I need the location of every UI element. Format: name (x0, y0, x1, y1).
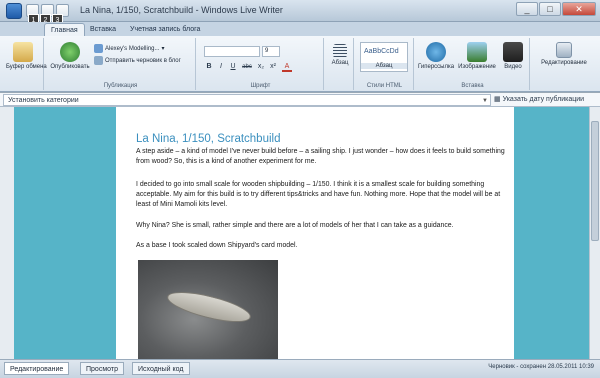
paragraph-icon (333, 44, 347, 58)
editing-group: Редактирование (532, 38, 596, 90)
underline-button[interactable]: U (228, 62, 238, 72)
font-group: 9 B I U abc x₂ x² A Шрифт (198, 38, 324, 90)
clipboard-group: Буфер обмена (2, 38, 47, 90)
styles-group: AaBbCcDd Абзац Стили HTML (356, 38, 414, 90)
tab-home[interactable]: Главная (44, 23, 85, 36)
subscript-button[interactable]: x₂ (256, 62, 266, 72)
app-menu-button[interactable] (6, 3, 22, 19)
paragraph-group: Абзац (326, 38, 354, 90)
view-tab-edit[interactable]: Редактирование (4, 362, 70, 375)
post-paragraph[interactable]: Why Nina? She is small, rather simple an… (136, 221, 508, 231)
send-draft-label: Отправить черновик в блог (105, 57, 181, 64)
view-tab-source[interactable]: Исходный код (132, 362, 190, 375)
font-group-label: Шрифт (250, 83, 271, 89)
scrollbar-thumb[interactable] (591, 121, 599, 241)
hyperlink-icon (426, 42, 446, 62)
title-bar: La Nina, 1/150, Scratchbuild - Windows L… (0, 0, 600, 22)
italic-button[interactable]: I (216, 62, 226, 72)
chevron-down-icon: ▾ (161, 46, 165, 52)
font-size-field[interactable]: 9 (262, 46, 280, 57)
insert-image-button[interactable]: Изображение (456, 42, 498, 70)
publish-group-label: Публикация (103, 83, 138, 89)
post-paragraph[interactable]: A step aside – a kind of model I've neve… (136, 147, 508, 167)
draft-status: Черновик - сохранен 28.05.2011 10:39 (488, 364, 594, 370)
publish-group: Опубликовать Alexey's Modelling... ▾ Отп… (46, 38, 196, 90)
clipboard-icon (13, 42, 33, 62)
blog-selector-label: Alexey's Modelling... (105, 45, 160, 52)
calendar-icon: ▦ (494, 96, 501, 103)
chevron-down-icon[interactable]: ▼ (482, 96, 488, 107)
post-page[interactable]: La Nina, 1/150, Scratchbuild A step asid… (116, 107, 514, 359)
paragraph-button[interactable]: Абзац (328, 44, 352, 66)
publish-date-selector[interactable]: ▦ Указать дату публикации (494, 94, 598, 106)
view-tab-preview[interactable]: Просмотр (80, 362, 124, 375)
categories-placeholder: Установить категории (8, 97, 79, 104)
vertical-scrollbar[interactable] (589, 107, 600, 359)
post-photo[interactable] (138, 260, 278, 359)
font-family-field[interactable] (204, 46, 260, 57)
font-color-button[interactable]: A (282, 62, 292, 72)
tab-blog-account[interactable]: Учетная запись блога (124, 23, 206, 36)
bold-button[interactable]: B (204, 62, 214, 72)
style-name-label: Абзац (361, 63, 407, 69)
status-bar: Редактирование Просмотр Исходный код Чер… (0, 359, 600, 378)
publish-label: Опубликовать (50, 64, 90, 70)
editing-label: Редактирование (541, 60, 587, 66)
window-controls: _ □ ✕ (516, 2, 596, 16)
blog-selector[interactable]: Alexey's Modelling... ▾ (94, 44, 165, 53)
publish-date-label: Указать дату публикации (502, 96, 585, 103)
insert-image-label: Изображение (458, 64, 496, 70)
tab-insert[interactable]: Вставка (84, 23, 122, 36)
strikethrough-button[interactable]: abc (240, 62, 254, 72)
style-gallery-item[interactable]: AaBbCcDd Абзац (360, 42, 408, 72)
video-icon (503, 42, 523, 62)
image-icon (467, 42, 487, 62)
insert-group-label: Вставка (461, 83, 484, 89)
post-paragraph[interactable]: I decided to go into small scale for woo… (136, 180, 508, 210)
editor-left-margin (0, 107, 14, 359)
superscript-button[interactable]: x² (268, 62, 278, 72)
hyperlink-label: Гиперссылка (418, 64, 455, 70)
categories-field[interactable]: Установить категории ▼ (3, 94, 491, 106)
post-paragraph[interactable]: As a base I took scaled down Shipyard's … (136, 241, 508, 251)
post-title[interactable]: La Nina, 1/150, Scratchbuild (136, 133, 280, 145)
hyperlink-button[interactable]: Гиперссылка (418, 42, 454, 70)
insert-group: Гиперссылка Изображение Видео Вставка (416, 38, 530, 90)
styles-group-label: Стили HTML (366, 83, 403, 89)
editing-button[interactable]: Редактирование (536, 42, 592, 66)
maximize-button[interactable]: □ (539, 2, 561, 16)
ship-hull-image (164, 285, 254, 329)
close-button[interactable]: ✕ (562, 2, 596, 16)
category-bar: Установить категории ▼ ▦ Указать дату пу… (0, 93, 600, 107)
editing-icon (556, 42, 572, 58)
style-sample-text: AaBbCcDd (364, 48, 399, 55)
send-draft-button[interactable]: Отправить черновик в блог (94, 56, 181, 65)
window-title: La Nina, 1/150, Scratchbuild - Windows L… (80, 5, 283, 15)
editor-canvas: La Nina, 1/150, Scratchbuild A step asid… (14, 107, 589, 359)
clipboard-button[interactable]: Буфер обмена (6, 42, 47, 70)
paragraph-label: Абзац (331, 60, 349, 66)
ribbon: Буфер обмена Опубликовать Alexey's Model… (0, 36, 600, 92)
insert-video-button[interactable]: Видео (500, 42, 526, 70)
draft-icon (94, 56, 103, 65)
publish-button[interactable]: Опубликовать (48, 42, 92, 70)
clipboard-label: Буфер обмена (6, 64, 47, 70)
minimize-button[interactable]: _ (516, 2, 538, 16)
globe-publish-icon (60, 42, 80, 62)
insert-video-label: Видео (504, 64, 522, 70)
ribbon-tabs: Главная Вставка Учетная запись блога (0, 22, 600, 36)
blog-icon (94, 44, 103, 53)
